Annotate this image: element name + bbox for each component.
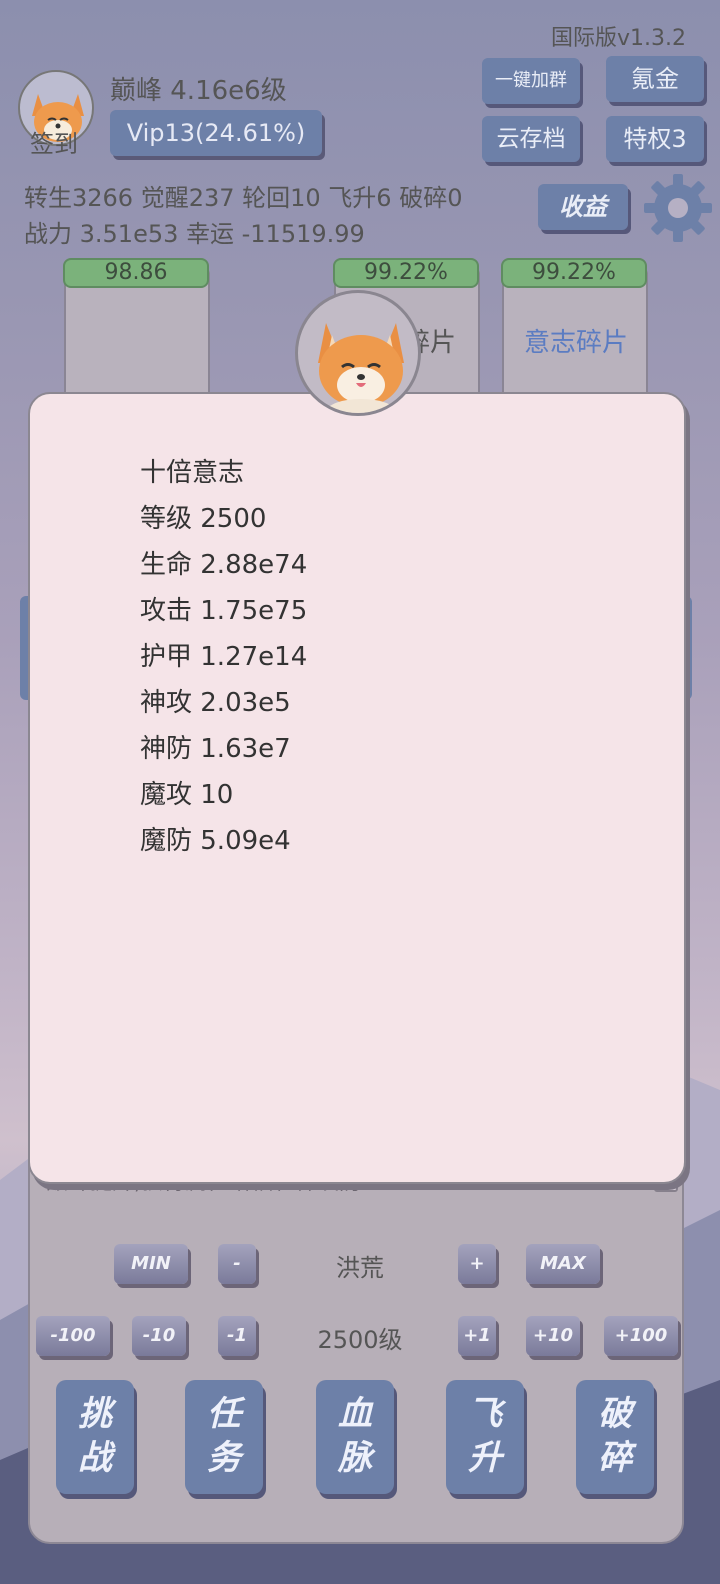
minus-1-button[interactable]: -1 — [218, 1316, 256, 1356]
signin-label[interactable]: 签到 — [30, 124, 78, 159]
shatter-button[interactable]: 破 碎 — [576, 1380, 654, 1494]
gear-icon[interactable] — [642, 172, 714, 244]
shatter-label-top: 破 — [598, 1394, 632, 1434]
minus-10-button[interactable]: -10 — [132, 1316, 186, 1356]
fragment-card-3-progress: 99.22% — [501, 258, 647, 288]
modal-stat-line: 神防 1.63e7 — [140, 734, 291, 764]
krypton-button[interactable]: 氪金 — [606, 56, 704, 102]
challenge-label-top: 挑 — [78, 1394, 112, 1434]
privilege-button[interactable]: 特权3 — [606, 116, 704, 162]
fragment-card-2-progress: 99.22% — [333, 258, 479, 288]
fragment-card-1-progress: 98.86 — [63, 258, 209, 288]
modal-stat-line: 魔攻 10 — [140, 780, 234, 810]
cloud-save-button[interactable]: 云存档 — [482, 116, 580, 162]
power-luck-stats: 战力 3.51e53 幸运 -11519.99 — [24, 220, 365, 248]
task-label-bottom: 务 — [207, 1438, 241, 1478]
challenge-label-bottom: 战 — [78, 1438, 112, 1478]
modal-stat-line: 等级 2500 — [140, 504, 267, 534]
task-label-top: 任 — [207, 1394, 241, 1434]
modal-stat-line: 生命 2.88e74 — [140, 550, 308, 580]
challenge-button[interactable]: 挑 战 — [56, 1380, 134, 1494]
modal-stat-line: 护甲 1.27e14 — [140, 642, 308, 672]
max-button[interactable]: MAX — [526, 1244, 600, 1284]
vip-button[interactable]: Vip13(24.61%) — [110, 110, 322, 156]
plus-button[interactable]: + — [458, 1244, 496, 1284]
modal-stat-line: 魔防 5.09e4 — [140, 826, 291, 856]
rank-level: 巅峰 4.16e6级 — [110, 76, 287, 106]
plus-10-button[interactable]: +10 — [526, 1316, 580, 1356]
ascend-button[interactable]: 飞 升 — [446, 1380, 524, 1494]
item-detail-modal[interactable]: 十倍意志 等级 2500 生命 2.88e74 攻击 1.75e75 护甲 1.… — [28, 392, 686, 1184]
income-button[interactable]: 收益 — [538, 184, 628, 230]
bloodline-label-top: 血 — [338, 1394, 372, 1434]
ascend-label-bottom: 升 — [468, 1438, 502, 1478]
shatter-label-bottom: 碎 — [598, 1438, 632, 1478]
join-group-button[interactable]: 一键加群 — [482, 58, 580, 104]
bloodline-label-bottom: 脉 — [338, 1438, 372, 1478]
minus-button[interactable]: - — [218, 1244, 256, 1284]
corgi-portrait — [295, 290, 421, 416]
plus-100-button[interactable]: +100 — [604, 1316, 678, 1356]
version-label: 国际版v1.3.2 — [551, 26, 686, 51]
task-button[interactable]: 任 务 — [185, 1380, 263, 1494]
ascend-label-top: 飞 — [468, 1394, 502, 1434]
min-button[interactable]: MIN — [114, 1244, 188, 1284]
area-name: 洪荒 — [336, 1254, 384, 1282]
corgi-icon — [318, 323, 404, 413]
level-display: 2500级 — [317, 1326, 403, 1354]
modal-title: 十倍意志 — [140, 458, 245, 488]
fragment-card-3-label: 意志碎片 — [524, 328, 629, 358]
bloodline-button[interactable]: 血 脉 — [316, 1380, 394, 1494]
plus-1-button[interactable]: +1 — [458, 1316, 496, 1356]
modal-stat-line: 神攻 2.03e5 — [140, 688, 291, 718]
modal-stat-line: 攻击 1.75e75 — [140, 596, 308, 626]
minus-100-button[interactable]: -100 — [36, 1316, 110, 1356]
progress-stats: 转生3266 觉醒237 轮回10 飞升6 破碎0 — [24, 184, 463, 212]
